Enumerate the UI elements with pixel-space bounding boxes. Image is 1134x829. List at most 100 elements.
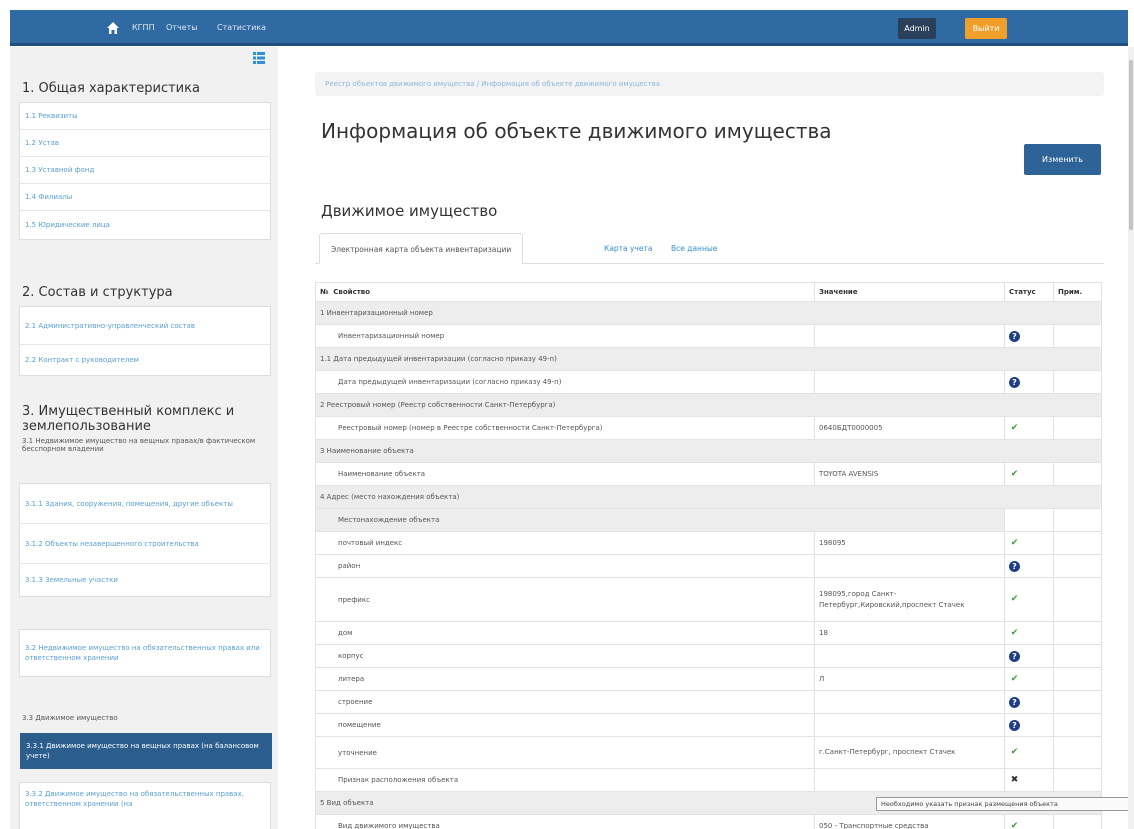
value-cell[interactable]: 198095 xyxy=(814,531,1005,555)
question-icon[interactable]: ? xyxy=(1009,696,1020,708)
value-cell[interactable] xyxy=(814,690,1005,714)
sidebar-item-buildings[interactable]: 3.1.1 Здания, сооружения, помещения, дру… xyxy=(20,484,270,524)
table-body: 1 Инвентаризационный номер Инвентаризацио… xyxy=(315,301,1102,829)
sidebar-item-unfinished-construction[interactable]: 3.1.2 Объекты незавершенного строительст… xyxy=(20,524,270,564)
page-scrollbar-thumb[interactable] xyxy=(1129,60,1133,230)
check-icon[interactable]: ✔ xyxy=(1009,538,1020,549)
value-cell[interactable] xyxy=(814,370,1005,394)
table-group-row: 2 Реестровый номер (Реестр собственности… xyxy=(315,393,1102,417)
property-cell: район xyxy=(315,554,815,578)
question-icon[interactable]: ? xyxy=(1009,560,1020,572)
question-icon[interactable]: ? xyxy=(1009,719,1020,731)
admin-button[interactable]: Admin xyxy=(898,18,936,39)
sidebar-item-management-staff[interactable]: 2.1 Административно-управленческий соста… xyxy=(20,307,270,345)
nav-kgpp[interactable]: КГПП xyxy=(132,23,155,32)
sidebar-item-head-contract[interactable]: 2.2 Контракт с руководителем xyxy=(20,345,270,375)
note-cell xyxy=(1053,768,1102,792)
status-cell: ? xyxy=(1004,690,1054,714)
tab-account-card[interactable]: Карта учета xyxy=(593,233,663,264)
sidebar-section-2-title: 2. Состав и структура xyxy=(22,285,173,300)
table-row: Местонахождение объекта xyxy=(315,508,1102,532)
home-icon[interactable] xyxy=(106,21,120,35)
value-cell[interactable] xyxy=(814,554,1005,578)
col-header-status[interactable]: Статус xyxy=(1004,282,1054,302)
note-cell xyxy=(1053,462,1102,486)
check-icon[interactable]: ✔ xyxy=(1009,469,1020,480)
value-cell[interactable]: 198095,город Санкт-Петербург,Кировский,п… xyxy=(814,577,1005,622)
sidebar-item-legal-entities[interactable]: 1.5 Юридические лица xyxy=(20,211,270,239)
note-cell xyxy=(1053,736,1102,769)
table-group-row: 3 Наименование объекта xyxy=(315,439,1102,463)
note-cell xyxy=(1053,508,1102,532)
check-icon[interactable]: ✔ xyxy=(1009,674,1020,685)
top-navbar: КГПП Отчеты Статистика Admin Выйти xyxy=(10,10,1128,46)
table-row: корпус? xyxy=(315,644,1102,668)
note-cell xyxy=(1053,531,1102,555)
group-label: 1.1 Дата предыдущей инвентаризации (согл… xyxy=(315,347,1102,371)
col-header-note[interactable]: Прим. xyxy=(1053,282,1102,302)
cross-icon[interactable]: ✖ xyxy=(1009,775,1020,786)
sidebar-item-requisites[interactable]: 1.1 Реквизиты xyxy=(20,103,270,130)
col-header-property[interactable]: № Свойство xyxy=(315,282,815,302)
property-cell: корпус xyxy=(315,644,815,668)
group-label: 1 Инвентаризационный номер xyxy=(315,301,1102,325)
value-cell[interactable]: TOYOTA AVENSIS xyxy=(814,462,1005,486)
table-row: Инвентаризационный номер? xyxy=(315,324,1102,348)
tab-all-data[interactable]: Все данные xyxy=(660,233,728,264)
value-cell[interactable]: Л xyxy=(814,667,1005,691)
value-cell[interactable]: 18 xyxy=(814,621,1005,645)
value-cell[interactable] xyxy=(814,768,1005,792)
table-row: Наименование объекта TOYOTA AVENSIS ✔ xyxy=(315,462,1102,486)
sidebar-section-3-2-list: 3.2 Недвижимое имущество на обязательств… xyxy=(19,629,271,677)
value-cell[interactable]: 050 - Транспортные средства xyxy=(814,814,1005,829)
property-cell: почтовый индекс xyxy=(315,531,815,555)
check-icon[interactable]: ✔ xyxy=(1009,628,1020,639)
check-icon[interactable]: ✔ xyxy=(1009,821,1020,829)
note-cell xyxy=(1053,621,1102,645)
check-icon[interactable]: ✔ xyxy=(1009,423,1020,434)
subgroup-label: Местонахождение объекта xyxy=(315,508,1005,532)
sidebar-item-branches[interactable]: 1.4 Филиалы xyxy=(20,184,270,211)
property-cell: Реестровый номер (номер в Реестре собств… xyxy=(315,416,815,440)
table-row: литера Л ✔ xyxy=(315,667,1102,691)
breadcrumb[interactable]: Реестр объектов движимого имущества / Ин… xyxy=(315,72,1104,96)
value-cell[interactable] xyxy=(814,644,1005,668)
value-cell[interactable]: г.Санкт-Петербург, проспект Стачек xyxy=(814,736,1005,769)
sidebar-item-authorized-fund[interactable]: 1.3 Уставной фонд xyxy=(20,157,270,184)
logout-button[interactable]: Выйти xyxy=(965,18,1007,39)
note-cell xyxy=(1053,690,1102,714)
sidebar-section-3-1-list: 3.1.1 Здания, сооружения, помещения, дру… xyxy=(19,483,271,597)
nav-reports[interactable]: Отчеты xyxy=(166,23,198,32)
status-cell: ✔ xyxy=(1004,531,1054,555)
section-subtitle: Движимое имущество xyxy=(321,202,498,220)
group-label: 3 Наименование объекта xyxy=(315,439,1102,463)
table-row: префикс 198095,город Санкт-Петербург,Киро… xyxy=(315,577,1102,622)
sidebar-item-movable-on-balance[interactable]: 3.3.1 Движимое имущество на вещных права… xyxy=(20,733,272,769)
question-icon[interactable]: ? xyxy=(1009,376,1020,388)
sidebar-item-obligation-real-estate[interactable]: 3.2 Недвижимое имущество на обязательств… xyxy=(20,630,270,676)
check-icon[interactable]: ✔ xyxy=(1009,747,1020,758)
tab-electronic-card[interactable]: Электронная карта объекта инвентаризации xyxy=(319,233,524,264)
property-cell: Дата предыдущей инвентаризации (согласно… xyxy=(315,370,815,394)
value-cell[interactable] xyxy=(814,324,1005,348)
property-cell: Вид движимого имущества xyxy=(315,814,815,829)
sidebar-section-1-title: 1. Общая характеристика xyxy=(22,81,200,96)
table-group-row: 4 Адрес (место нахождения объекта) xyxy=(315,485,1102,509)
value-cell[interactable]: 0640БДТ0000005 xyxy=(814,416,1005,440)
question-icon[interactable]: ? xyxy=(1009,650,1020,662)
col-header-value[interactable]: Значение xyxy=(814,282,1005,302)
edit-button[interactable]: Изменить xyxy=(1024,144,1101,175)
check-icon[interactable]: ✔ xyxy=(1009,594,1020,605)
main-content: Реестр объектов движимого имущества / Ин… xyxy=(315,47,1104,829)
question-icon[interactable]: ? xyxy=(1009,330,1020,342)
sidebar-item-movable-obligation[interactable]: 3.3.2 Движимое имущество на обязательств… xyxy=(20,783,270,829)
nav-statistics[interactable]: Статистика xyxy=(217,23,266,32)
status-cell: ✔ xyxy=(1004,416,1054,440)
table-row: район? xyxy=(315,554,1102,578)
status-cell: ? xyxy=(1004,370,1054,394)
status-cell: ? xyxy=(1004,713,1054,737)
value-cell[interactable] xyxy=(814,713,1005,737)
sidebar-item-land-plots[interactable]: 3.1.3 Земельные участки xyxy=(20,564,270,596)
list-toggle-icon[interactable] xyxy=(253,52,265,64)
sidebar-item-charter[interactable]: 1.2 Устав xyxy=(20,130,270,157)
